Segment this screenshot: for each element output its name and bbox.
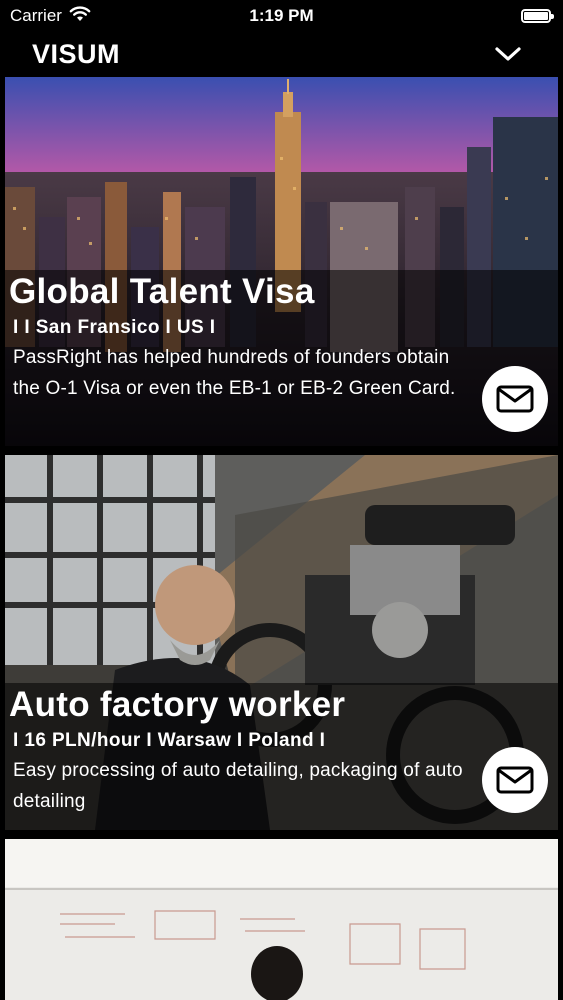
job-card[interactable]: Auto factory worker I 16 PLN/hour I Wars… <box>5 455 558 830</box>
job-card[interactable]: Global Talent Visa I I San Fransico I US… <box>5 77 558 446</box>
contact-button[interactable] <box>482 366 548 432</box>
battery-icon <box>521 9 554 23</box>
card-description: PassRight has helped hundreds of founder… <box>13 347 456 399</box>
card-title: Auto factory worker <box>9 685 346 724</box>
status-left: Carrier <box>10 5 91 27</box>
card-info: Global Talent Visa I I San Fransico I US… <box>5 270 558 446</box>
carrier-label: Carrier <box>10 6 62 25</box>
chevron-down-icon <box>495 47 521 61</box>
card-meta: I 16 PLN/hour I Warsaw I Poland I <box>13 730 326 751</box>
card-meta: I I San Fransico I US I <box>13 317 216 338</box>
card-info: Auto factory worker I 16 PLN/hour I Wars… <box>5 683 558 830</box>
app-title: VISUM <box>32 38 121 69</box>
job-card[interactable] <box>5 839 558 1000</box>
contact-button[interactable] <box>482 747 548 813</box>
mail-icon <box>496 766 534 794</box>
status-bar: Carrier 1:19 PM <box>0 0 563 32</box>
wifi-icon <box>69 5 91 27</box>
job-feed: Global Talent Visa I I San Fransico I US… <box>5 77 558 1000</box>
whiteboard-image <box>5 839 558 1000</box>
nav-bar: VISUM <box>0 32 563 76</box>
card-title: Global Talent Visa <box>9 272 315 311</box>
mail-icon <box>496 385 534 413</box>
menu-toggle-button[interactable] <box>491 37 525 71</box>
card-description: Easy processing of auto detailing, packa… <box>13 760 463 812</box>
